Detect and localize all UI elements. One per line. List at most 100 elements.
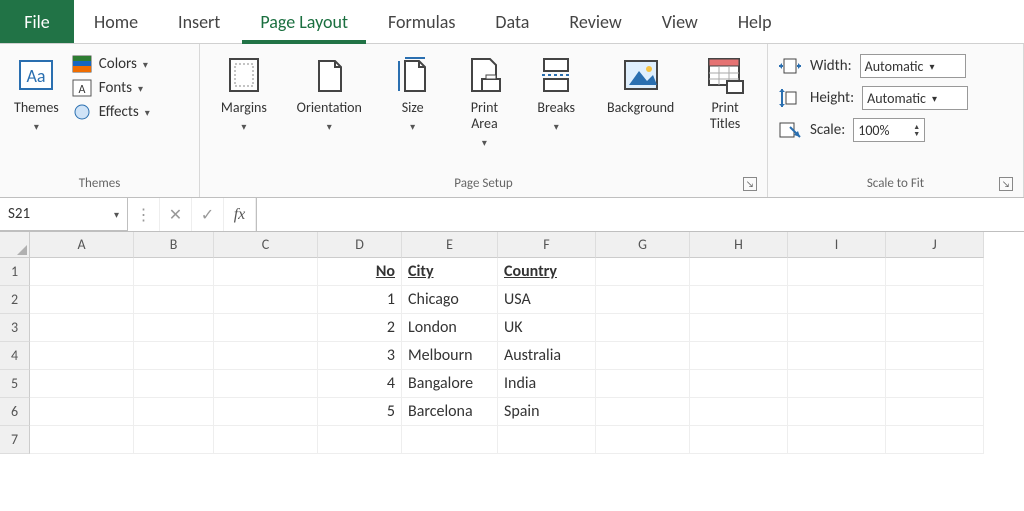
column-header[interactable]: I — [788, 232, 886, 258]
cell[interactable]: Country — [498, 258, 596, 286]
row-header[interactable]: 4 — [0, 342, 30, 370]
tab-file[interactable]: File — [0, 0, 74, 43]
breaks-button[interactable]: Breaks ▾ — [527, 48, 585, 139]
tab-formulas[interactable]: Formulas — [368, 0, 475, 43]
row-header[interactable]: 5 — [0, 370, 30, 398]
column-header[interactable]: J — [886, 232, 984, 258]
cell[interactable] — [690, 258, 788, 286]
row-header[interactable]: 2 — [0, 286, 30, 314]
cell[interactable] — [318, 426, 402, 454]
formula-input[interactable] — [256, 198, 1024, 231]
cell[interactable] — [214, 314, 318, 342]
tab-view[interactable]: View — [642, 0, 718, 43]
cell[interactable] — [30, 342, 134, 370]
width-select[interactable]: Automatic▾ — [860, 54, 966, 78]
tab-insert[interactable]: Insert — [158, 0, 240, 43]
column-header[interactable]: A — [30, 232, 134, 258]
fonts-button[interactable]: A Fonts ▾ — [71, 78, 150, 98]
cell[interactable] — [214, 258, 318, 286]
cell[interactable] — [690, 314, 788, 342]
cell[interactable] — [886, 314, 984, 342]
tab-page-layout[interactable]: Page Layout — [240, 0, 368, 43]
cell[interactable] — [690, 370, 788, 398]
cell[interactable]: Australia — [498, 342, 596, 370]
cell[interactable]: No — [318, 258, 402, 286]
orientation-button[interactable]: Orientation ▾ — [289, 48, 370, 139]
column-header[interactable]: G — [596, 232, 690, 258]
cell[interactable]: Melbourn — [402, 342, 498, 370]
cell[interactable]: Spain — [498, 398, 596, 426]
print-titles-button[interactable]: Print Titles — [696, 48, 754, 138]
cell[interactable] — [134, 258, 214, 286]
column-header[interactable]: C — [214, 232, 318, 258]
enter-icon[interactable]: ✓ — [192, 198, 224, 231]
column-header[interactable]: D — [318, 232, 402, 258]
select-all-corner[interactable] — [0, 232, 30, 258]
cell[interactable] — [214, 342, 318, 370]
cell[interactable] — [214, 398, 318, 426]
cell[interactable] — [788, 258, 886, 286]
spinner-buttons[interactable]: ▲▼ — [913, 123, 920, 137]
cell[interactable]: 5 — [318, 398, 402, 426]
fx-icon[interactable]: fx — [224, 198, 256, 231]
tab-data[interactable]: Data — [475, 0, 549, 43]
column-header[interactable]: B — [134, 232, 214, 258]
cell[interactable]: Chicago — [402, 286, 498, 314]
cell[interactable]: 2 — [318, 314, 402, 342]
cell[interactable] — [30, 286, 134, 314]
cell[interactable] — [886, 398, 984, 426]
cell[interactable] — [134, 286, 214, 314]
cell[interactable] — [690, 286, 788, 314]
scale-spinner[interactable]: 100% ▲▼ — [853, 118, 925, 142]
cell[interactable] — [214, 426, 318, 454]
cell[interactable] — [788, 398, 886, 426]
cell[interactable] — [886, 286, 984, 314]
cell[interactable] — [134, 342, 214, 370]
cell[interactable]: City — [402, 258, 498, 286]
row-header[interactable]: 6 — [0, 398, 30, 426]
formula-options-icon[interactable]: ⋮ — [128, 198, 160, 231]
size-button[interactable]: Size ▾ — [384, 48, 442, 139]
cell[interactable] — [30, 370, 134, 398]
cell[interactable] — [690, 426, 788, 454]
cell[interactable] — [134, 370, 214, 398]
cell[interactable] — [134, 314, 214, 342]
cancel-icon[interactable]: ✕ — [160, 198, 192, 231]
column-header[interactable]: H — [690, 232, 788, 258]
cell[interactable] — [596, 342, 690, 370]
tab-review[interactable]: Review — [549, 0, 641, 43]
cell[interactable] — [788, 426, 886, 454]
themes-button[interactable]: Aa Themes ▾ — [6, 48, 67, 139]
effects-button[interactable]: Effects ▾ — [71, 102, 150, 122]
cell[interactable]: UK — [498, 314, 596, 342]
cell[interactable] — [402, 426, 498, 454]
cell[interactable] — [596, 258, 690, 286]
column-header[interactable]: E — [402, 232, 498, 258]
cell[interactable]: 1 — [318, 286, 402, 314]
cell[interactable] — [788, 314, 886, 342]
cell[interactable] — [788, 342, 886, 370]
cell[interactable] — [214, 370, 318, 398]
row-header[interactable]: 1 — [0, 258, 30, 286]
cell[interactable]: India — [498, 370, 596, 398]
cell[interactable] — [690, 398, 788, 426]
tab-home[interactable]: Home — [74, 0, 158, 43]
cell[interactable] — [788, 286, 886, 314]
cell[interactable] — [498, 426, 596, 454]
column-header[interactable]: F — [498, 232, 596, 258]
cell[interactable] — [30, 258, 134, 286]
colors-button[interactable]: Colors ▾ — [71, 54, 150, 74]
tab-help[interactable]: Help — [718, 0, 792, 43]
background-button[interactable]: Background — [599, 48, 682, 122]
cell[interactable] — [886, 258, 984, 286]
name-box[interactable]: S21 ▾ — [0, 198, 128, 231]
cell[interactable] — [134, 398, 214, 426]
cell[interactable] — [30, 426, 134, 454]
margins-button[interactable]: Margins ▾ — [213, 48, 275, 139]
cell[interactable] — [886, 426, 984, 454]
cell[interactable] — [596, 426, 690, 454]
cell[interactable] — [30, 314, 134, 342]
dialog-launcher-icon[interactable]: ↘ — [743, 177, 757, 191]
cell[interactable] — [788, 370, 886, 398]
cell[interactable]: USA — [498, 286, 596, 314]
